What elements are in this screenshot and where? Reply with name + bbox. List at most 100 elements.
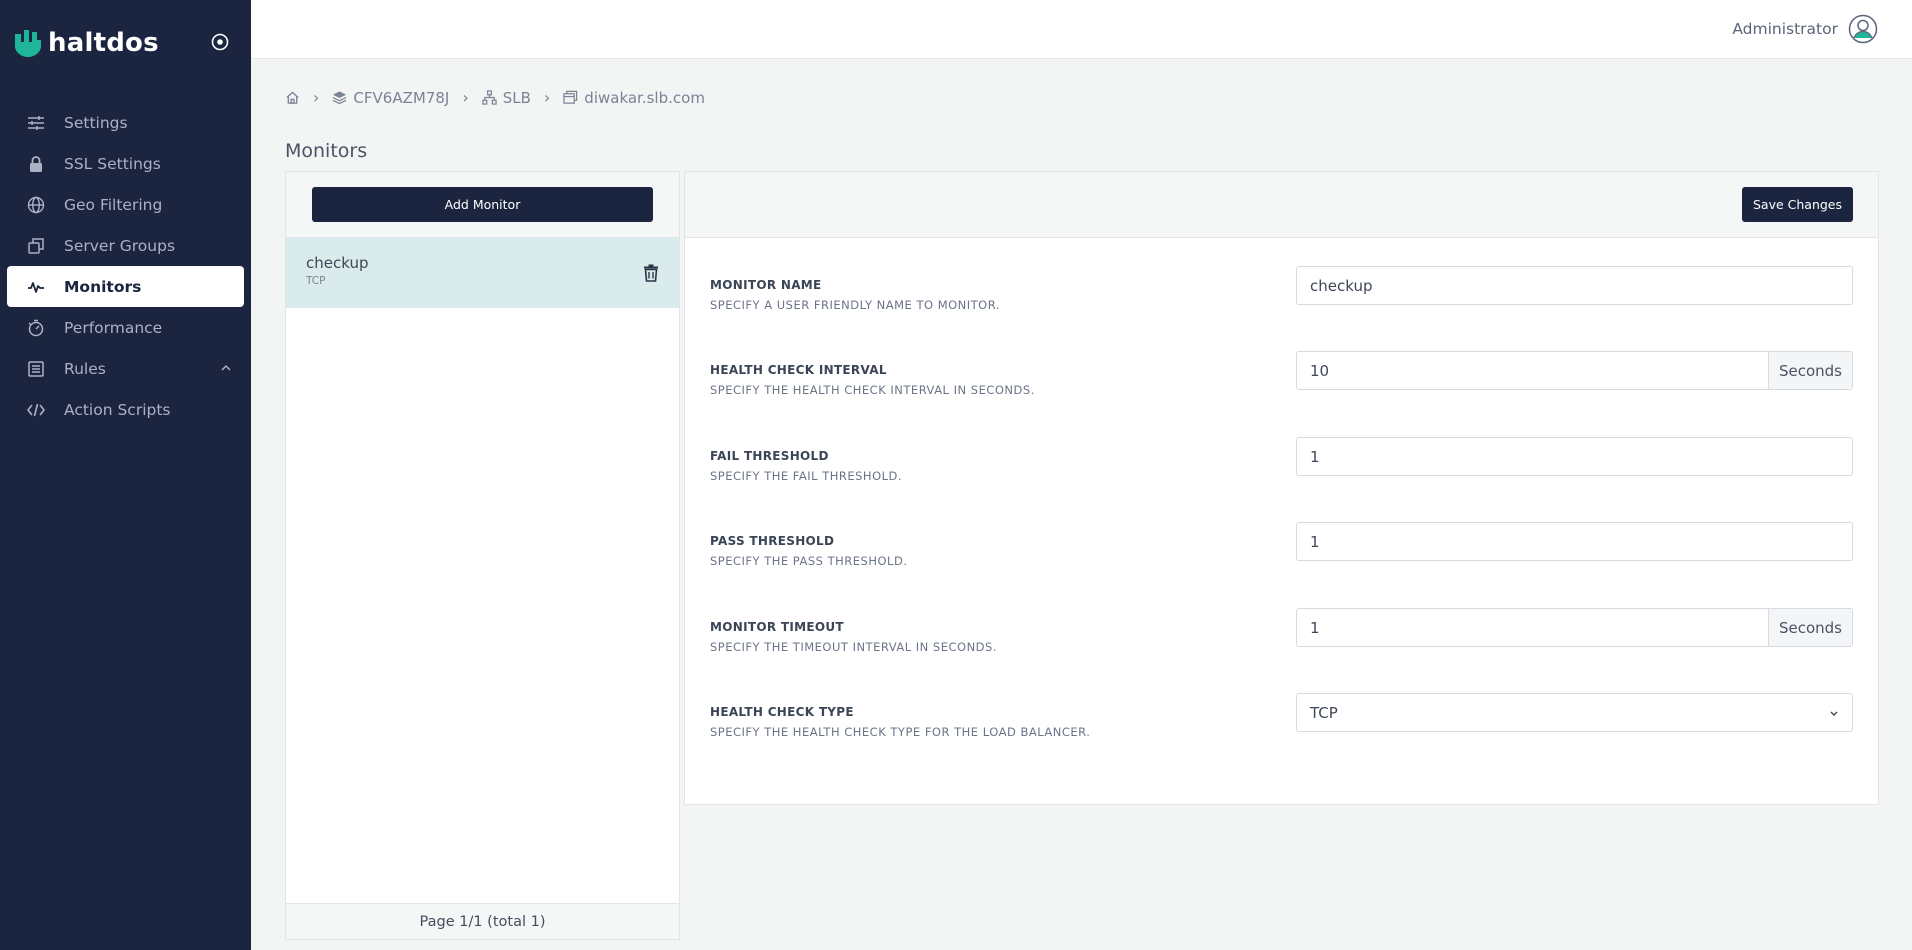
- breadcrumb-home[interactable]: [285, 90, 300, 105]
- sidebar-item-label: Rules: [64, 359, 106, 378]
- field-label: MONITOR NAME SPECIFY A USER FRIENDLY NAM…: [710, 278, 1000, 312]
- field-help: SPECIFY THE FAIL THRESHOLD.: [710, 469, 903, 483]
- form-panel-header: Save Changes: [685, 172, 1878, 238]
- sidebar-item-server-groups[interactable]: Server Groups: [7, 225, 244, 266]
- sidebar-item-action-scripts[interactable]: Action Scripts: [7, 389, 244, 430]
- field-help: SPECIFY THE HEALTH CHECK INTERVAL IN SEC…: [710, 383, 1035, 397]
- field-title: PASS THRESHOLD: [710, 534, 835, 548]
- breadcrumb-label: CFV6AZM78J: [353, 88, 450, 107]
- sidebar-item-label: Settings: [64, 113, 128, 132]
- layers-icon: [333, 91, 347, 105]
- field-help: SPECIFY THE TIMEOUT INTERVAL IN SECONDS.: [710, 640, 997, 654]
- lock-icon: [27, 155, 45, 173]
- breadcrumb-separator: ›: [313, 88, 320, 107]
- sidebar-item-settings[interactable]: Settings: [7, 102, 244, 143]
- pass-threshold-field: [1296, 522, 1853, 561]
- sidebar-item-label: Action Scripts: [64, 400, 171, 419]
- monitor-item-name: checkup: [306, 254, 369, 272]
- monitor-list-panel: Add Monitor checkup TCP Page 1/1 (total …: [285, 171, 680, 940]
- save-changes-button[interactable]: Save Changes: [1742, 187, 1853, 222]
- trash-icon[interactable]: [643, 264, 659, 282]
- stopwatch-icon: [27, 319, 45, 337]
- fail-threshold-input[interactable]: [1297, 438, 1852, 475]
- haltdos-logo-icon: [15, 30, 41, 57]
- copy-icon: [27, 237, 45, 255]
- breadcrumb-profile[interactable]: CFV6AZM78J: [332, 89, 449, 107]
- breadcrumb-label: SLB: [502, 88, 531, 107]
- home-icon: [286, 91, 299, 104]
- breadcrumb-separator: ›: [543, 88, 551, 107]
- sidebar-item-label: Performance: [64, 318, 163, 337]
- form-row-pass-threshold: PASS THRESHOLD SPECIFY THE PASS THRESHOL…: [710, 522, 1853, 582]
- monitor-name-input[interactable]: [1297, 267, 1852, 304]
- add-monitor-button[interactable]: Add Monitor: [312, 187, 653, 222]
- breadcrumb-slb[interactable]: SLB: [482, 89, 531, 107]
- sidebar-item-monitors[interactable]: Monitors: [7, 266, 244, 307]
- code-icon: [27, 401, 45, 419]
- form-row-health-check-interval: HEALTH CHECK INTERVAL SPECIFY THE HEALTH…: [710, 351, 1853, 411]
- list-panel-header: Add Monitor: [286, 172, 679, 238]
- target-icon[interactable]: [211, 33, 229, 51]
- breadcrumb-label: diwakar.slb.com: [584, 88, 705, 107]
- field-label: PASS THRESHOLD SPECIFY THE PASS THRESHOL…: [710, 534, 907, 568]
- sidebar-nav: Settings SSL Settings Geo Filtering Serv…: [0, 102, 251, 430]
- form-row-monitor-timeout: MONITOR TIMEOUT SPECIFY THE TIMEOUT INTE…: [710, 608, 1853, 668]
- pass-threshold-input[interactable]: [1297, 523, 1852, 560]
- sliders-icon: [27, 114, 45, 132]
- page-title: Monitors: [285, 140, 368, 162]
- field-label: HEALTH CHECK TYPE SPECIFY THE HEALTH CHE…: [710, 705, 1090, 739]
- monitor-name-field: [1296, 266, 1853, 305]
- field-title: HEALTH CHECK INTERVAL: [710, 363, 887, 377]
- topbar: Administrator: [251, 0, 1912, 59]
- window-icon: [563, 90, 578, 104]
- form-row-health-check-type: HEALTH CHECK TYPE SPECIFY THE HEALTH CHE…: [710, 693, 1853, 753]
- field-title: HEALTH CHECK TYPE: [710, 705, 854, 719]
- sidebar-item-rules[interactable]: Rules: [7, 348, 244, 389]
- avatar-icon[interactable]: [1848, 14, 1878, 44]
- field-label: MONITOR TIMEOUT SPECIFY THE TIMEOUT INTE…: [710, 620, 997, 654]
- pagination: Page 1/1 (total 1): [286, 903, 679, 939]
- list-icon: [27, 360, 45, 378]
- brand: haltdos: [0, 0, 251, 86]
- sidebar-item-label: SSL Settings: [64, 154, 161, 173]
- chevron-down-icon: [1830, 711, 1838, 716]
- user-name: Administrator: [1732, 20, 1838, 38]
- breadcrumb-separator: ›: [462, 88, 469, 107]
- field-help: SPECIFY A USER FRIENDLY NAME TO MONITOR.: [710, 298, 1000, 312]
- brand-name: haltdos: [48, 28, 159, 58]
- sidebar-item-geo-filtering[interactable]: Geo Filtering: [7, 184, 244, 225]
- activity-icon: [27, 278, 45, 296]
- health-check-type-value: TCP: [1310, 703, 1338, 722]
- form-row-fail-threshold: FAIL THRESHOLD SPECIFY THE FAIL THRESHOL…: [710, 437, 1853, 497]
- sidebar-item-ssl-settings[interactable]: SSL Settings: [7, 143, 244, 184]
- health-check-type-select[interactable]: TCP: [1296, 693, 1853, 732]
- sidebar-item-label: Geo Filtering: [64, 195, 163, 214]
- field-label: HEALTH CHECK INTERVAL SPECIFY THE HEALTH…: [710, 363, 1035, 397]
- timeout-unit-addon: Seconds: [1768, 609, 1852, 646]
- list-item[interactable]: checkup TCP: [286, 238, 679, 308]
- breadcrumb: › CFV6AZM78J › SLB › diwakar.slb.com: [285, 88, 705, 107]
- field-help: SPECIFY THE HEALTH CHECK TYPE FOR THE LO…: [710, 725, 1091, 739]
- field-help: SPECIFY THE PASS THRESHOLD.: [710, 554, 908, 568]
- field-title: FAIL THRESHOLD: [710, 449, 829, 463]
- globe-icon: [27, 196, 45, 214]
- timeout-input[interactable]: [1297, 609, 1768, 646]
- interval-input[interactable]: [1297, 352, 1768, 389]
- field-title: MONITOR TIMEOUT: [710, 620, 844, 634]
- fail-threshold-field: [1296, 437, 1853, 476]
- sidebar: haltdos Settings SSL Settings Geo Filter…: [0, 0, 251, 950]
- interval-unit-addon: Seconds: [1768, 352, 1852, 389]
- field-label: FAIL THRESHOLD SPECIFY THE FAIL THRESHOL…: [710, 449, 902, 483]
- field-title: MONITOR NAME: [710, 278, 822, 292]
- monitor-item-type: TCP: [306, 275, 326, 287]
- sidebar-item-performance[interactable]: Performance: [7, 307, 244, 348]
- monitor-form-panel: Save Changes MONITOR NAME SPECIFY A USER…: [684, 171, 1879, 805]
- user-menu[interactable]: Administrator: [1732, 14, 1878, 44]
- sitemap-icon: [482, 90, 497, 105]
- sidebar-item-label: Server Groups: [64, 236, 176, 255]
- breadcrumb-domain[interactable]: diwakar.slb.com: [563, 89, 705, 107]
- form-row-monitor-name: MONITOR NAME SPECIFY A USER FRIENDLY NAM…: [710, 266, 1853, 326]
- timeout-field: Seconds: [1296, 608, 1853, 647]
- chevron-up-icon[interactable]: [220, 362, 232, 374]
- interval-field: Seconds: [1296, 351, 1853, 390]
